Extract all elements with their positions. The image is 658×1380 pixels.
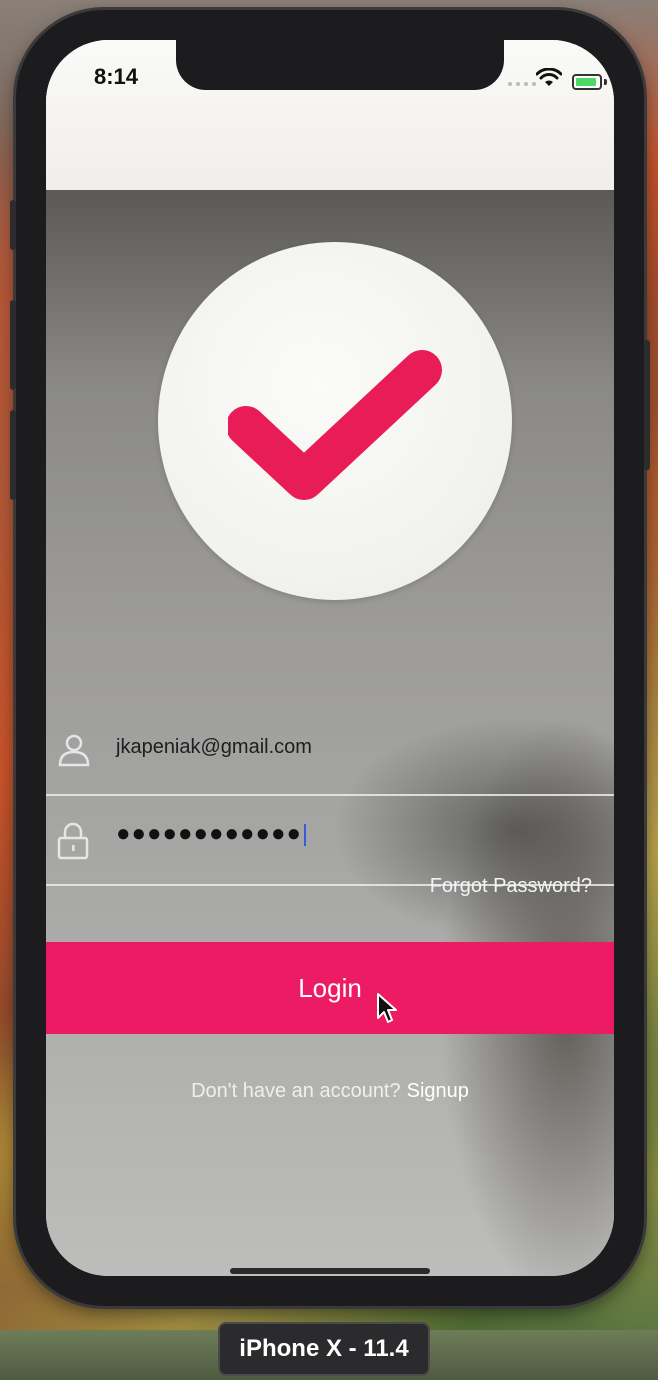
volume-down-button	[10, 410, 16, 500]
battery-cap	[604, 79, 607, 85]
ring-switch	[10, 200, 16, 250]
password-input[interactable]: ●●●●●●●●●●●●	[116, 820, 306, 848]
login-view: jkapeniak@gmail.com ●●●●●●●●●●●● Forgot …	[46, 190, 614, 1276]
user-icon	[58, 734, 90, 767]
side-button	[644, 340, 650, 470]
cellular-signal-icon	[508, 82, 536, 86]
app-logo	[158, 242, 512, 600]
simulator-device-frame: 8:14 jkapeniak@gmail.com ●●●●●●●●●●●● Fo…	[10, 10, 650, 1306]
checkmark-icon	[228, 350, 442, 500]
login-button-label: Login	[298, 972, 362, 1003]
device-notch	[176, 40, 504, 90]
lock-icon	[57, 822, 89, 860]
login-button[interactable]: Login	[46, 942, 614, 1034]
email-underline	[46, 794, 614, 796]
signup-prompt: Don't have an account? Signup	[46, 1080, 614, 1103]
email-field[interactable]: jkapeniak@gmail.com	[46, 708, 614, 796]
volume-up-button	[10, 300, 16, 390]
home-indicator[interactable]	[230, 1268, 430, 1274]
password-field[interactable]: ●●●●●●●●●●●●	[46, 798, 614, 886]
text-caret	[303, 823, 306, 846]
forgot-password-link[interactable]: Forgot Password?	[430, 875, 592, 898]
battery-charging-icon	[572, 74, 602, 90]
mouse-pointer-icon	[377, 993, 397, 1023]
email-input[interactable]: jkapeniak@gmail.com	[116, 736, 312, 759]
password-dots: ●●●●●●●●●●●●	[116, 820, 302, 847]
app-screen: 8:14 jkapeniak@gmail.com ●●●●●●●●●●●● Fo…	[46, 40, 614, 1276]
signup-prompt-text: Don't have an account?	[191, 1080, 401, 1102]
wifi-icon	[536, 68, 562, 86]
status-time: 8:14	[94, 64, 139, 89]
signup-link[interactable]: Signup	[407, 1080, 469, 1102]
simulator-device-label: iPhone X - 11.4	[218, 1322, 430, 1376]
